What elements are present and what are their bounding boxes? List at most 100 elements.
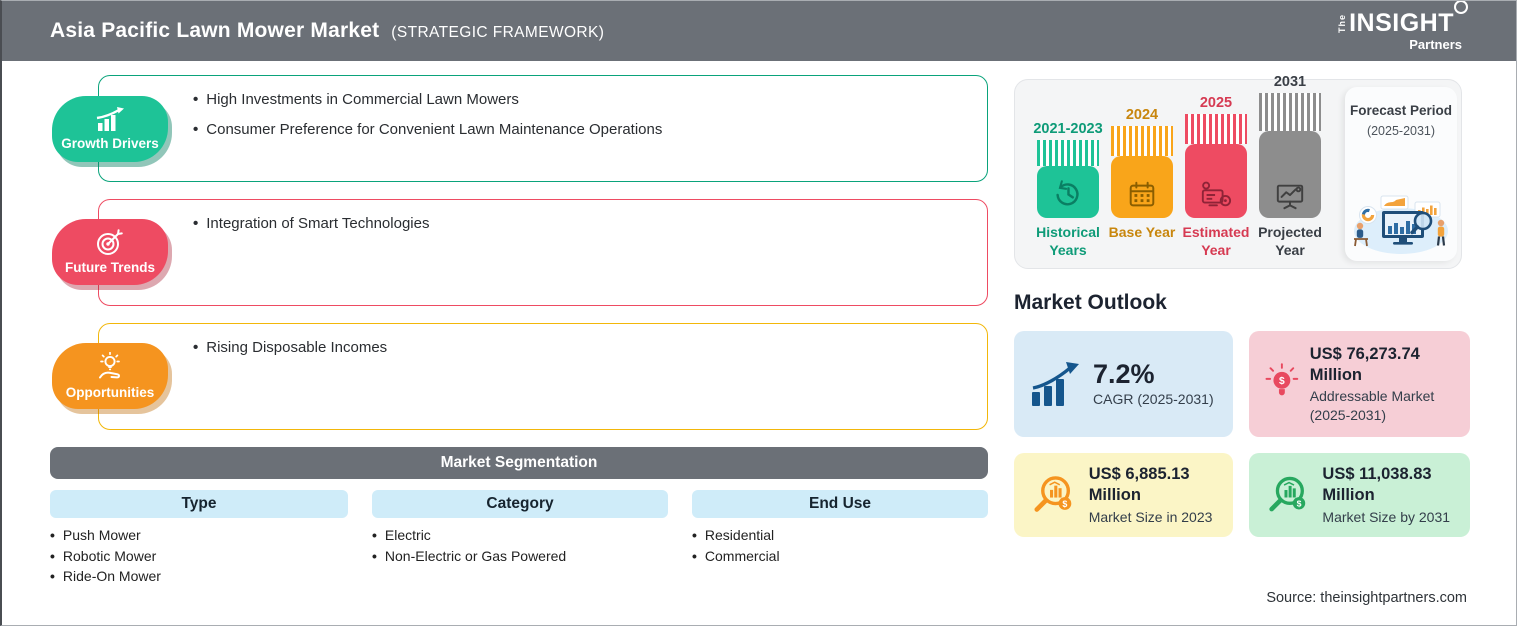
bullet-text: Rising Disposable Incomes: [206, 339, 388, 356]
analysts-illustration: [1354, 195, 1448, 254]
timeline-year: 2025: [1199, 95, 1233, 111]
growth-drivers-badge: Growth Drivers: [52, 96, 168, 162]
list-item: Electric: [372, 525, 668, 546]
bar-chart-growth-icon: [1032, 362, 1079, 406]
bar-body: [1259, 131, 1321, 218]
list-item: Residential: [692, 525, 988, 546]
segment-item: Non-Electric or Gas Powered: [384, 547, 567, 564]
bar-body: [1111, 156, 1173, 218]
timeline-label: Projected Year: [1258, 224, 1322, 258]
history-clock-icon: [1056, 180, 1079, 206]
forecast-title: Forecast Period: [1349, 103, 1453, 118]
bullet-text: High Investments in Commercial Lawn Mowe…: [206, 91, 519, 108]
logo-insight-text: INSIGHT: [1349, 1, 1468, 37]
segment-item: Robotic Mower: [62, 547, 157, 564]
list-item: Non-Electric or Gas Powered: [372, 546, 668, 567]
list-item: Commercial: [692, 546, 988, 567]
card-label: Market Size by 2031: [1322, 508, 1451, 525]
future-trends-badge: Future Trends: [52, 219, 168, 285]
bar-body: [1185, 144, 1247, 218]
growth-chart-icon: [96, 107, 124, 131]
list-item: High Investments in Commercial Lawn Mowe…: [193, 91, 987, 108]
svg-text:$: $: [1062, 499, 1067, 509]
opportunities-badge: Opportunities: [52, 343, 168, 409]
bar-stripes: [1259, 93, 1321, 131]
opportunities-box: Rising Disposable Incomes: [98, 323, 988, 430]
timeline-bar-base: 2024 Base Year: [1105, 107, 1179, 262]
card-label: Addressable Market (2025-2031): [1309, 388, 1435, 423]
segment-item: Commercial: [704, 547, 780, 564]
list-item: Push Mower: [50, 525, 348, 546]
forecast-range: (2025-2031): [1366, 123, 1436, 138]
timeline-bar-historical: 2021-2023 Historical Years: [1031, 121, 1105, 262]
market-size-2023-card: $ US$ 6,885.13 Million Market Size in 20…: [1014, 453, 1233, 537]
timeline-bar: [1111, 126, 1173, 218]
timeline-label: Estimated Year: [1182, 224, 1250, 258]
market-size-2031-card: $ US$ 11,038.83 Million Market Size by 2…: [1249, 453, 1470, 537]
segment-header-enduse: End Use: [692, 490, 988, 518]
card-label: Market Size in 2023: [1088, 508, 1213, 525]
bar-body: [1037, 166, 1099, 218]
market-outlook-title: Market Outlook: [1014, 291, 1167, 314]
cagr-card: 7.2% CAGR (2025-2031): [1014, 331, 1233, 437]
card-text: 7.2% CAGR (2025-2031): [1093, 359, 1214, 408]
badge-label: Opportunities: [65, 385, 155, 400]
lightbulb-dollar-icon: $: [1265, 363, 1299, 396]
segment-list-category: Electric Non-Electric or Gas Powered: [372, 525, 668, 566]
future-trends-box: Integration of Smart Technologies: [98, 199, 988, 306]
source-text: Source: theinsightpartners.com: [1266, 590, 1467, 606]
svg-text:$: $: [1279, 376, 1285, 387]
target-dart-icon: [97, 229, 123, 255]
magnifier-lens-icon: [1454, 1, 1468, 14]
card-label: CAGR (2025-2031): [1093, 391, 1214, 408]
timeline-bar: [1259, 93, 1321, 218]
infographic-page: Asia Pacific Lawn Mower Market (STRATEGI…: [0, 0, 1517, 626]
badge-label: Future Trends: [64, 260, 155, 275]
card-value: US$ 76,273.74 Million: [1309, 345, 1420, 384]
timeline-bar: [1037, 140, 1099, 218]
bullet-text: Integration of Smart Technologies: [206, 215, 430, 232]
header-titles: Asia Pacific Lawn Mower Market (STRATEGI…: [50, 19, 604, 43]
segment-header-category: Category: [372, 490, 668, 518]
insight-partners-logo: The INSIGHT Partners: [1337, 1, 1468, 52]
timeline-year: 2024: [1125, 107, 1159, 123]
timeline-bar-estimated: 2025 Estimated Year: [1179, 95, 1253, 262]
logo-the-text: The: [1337, 13, 1348, 33]
opportunities-list: Rising Disposable Incomes: [193, 339, 987, 356]
timeline-panel: 2021-2023 Historical Years 2024 Base Yea…: [1014, 74, 1462, 269]
page-subtitle: (STRATEGIC FRAMEWORK): [391, 24, 605, 41]
segment-list-type: Push Mower Robotic Mower Ride-On Mower: [50, 525, 348, 587]
growth-drivers-list: High Investments in Commercial Lawn Mowe…: [193, 91, 987, 138]
projection-screen-icon: [1276, 184, 1304, 210]
logo-insight-word: INSIGHT: [1349, 9, 1454, 37]
segment-item: Push Mower: [62, 527, 141, 543]
segment-item: Electric: [384, 527, 431, 543]
segment-header-type: Type: [50, 490, 348, 518]
card-text: US$ 76,273.74 Million Addressable Market…: [1310, 344, 1460, 424]
segment-list-enduse: Residential Commercial: [692, 525, 988, 566]
bar-stripes: [1037, 140, 1099, 166]
addressable-market-card: $ US$ 76,273.74 Million Addressable Mark…: [1249, 331, 1470, 437]
badge-label: Growth Drivers: [61, 136, 159, 151]
svg-text:$: $: [1297, 499, 1302, 509]
timeline-label: Historical Years: [1036, 224, 1100, 258]
bar-stripes: [1185, 114, 1247, 144]
timeline-bar: [1185, 114, 1247, 218]
bar-stripes: [1111, 126, 1173, 156]
logo-partners-text: Partners: [1409, 37, 1462, 52]
hand-lightbulb-icon: [99, 352, 120, 379]
list-item: Ride-On Mower: [50, 566, 348, 587]
card-value: 7.2%: [1093, 359, 1155, 390]
logo-row: The INSIGHT: [1337, 1, 1468, 37]
future-trends-list: Integration of Smart Technologies: [193, 215, 987, 232]
magnifier-chart-orange-icon: $: [1034, 476, 1072, 512]
segment-item: Ride-On Mower: [62, 568, 161, 584]
timeline-year: 2021-2023: [1033, 121, 1103, 137]
timeline-label: Base Year: [1108, 224, 1176, 240]
list-item: Rising Disposable Incomes: [193, 339, 987, 356]
magnifier-chart-green-icon: $: [1269, 476, 1306, 512]
calendar-icon: [1129, 181, 1155, 207]
estimate-calc-icon: [1201, 181, 1232, 207]
segment-item: Residential: [704, 527, 775, 543]
timeline-year: 2031: [1273, 74, 1307, 90]
